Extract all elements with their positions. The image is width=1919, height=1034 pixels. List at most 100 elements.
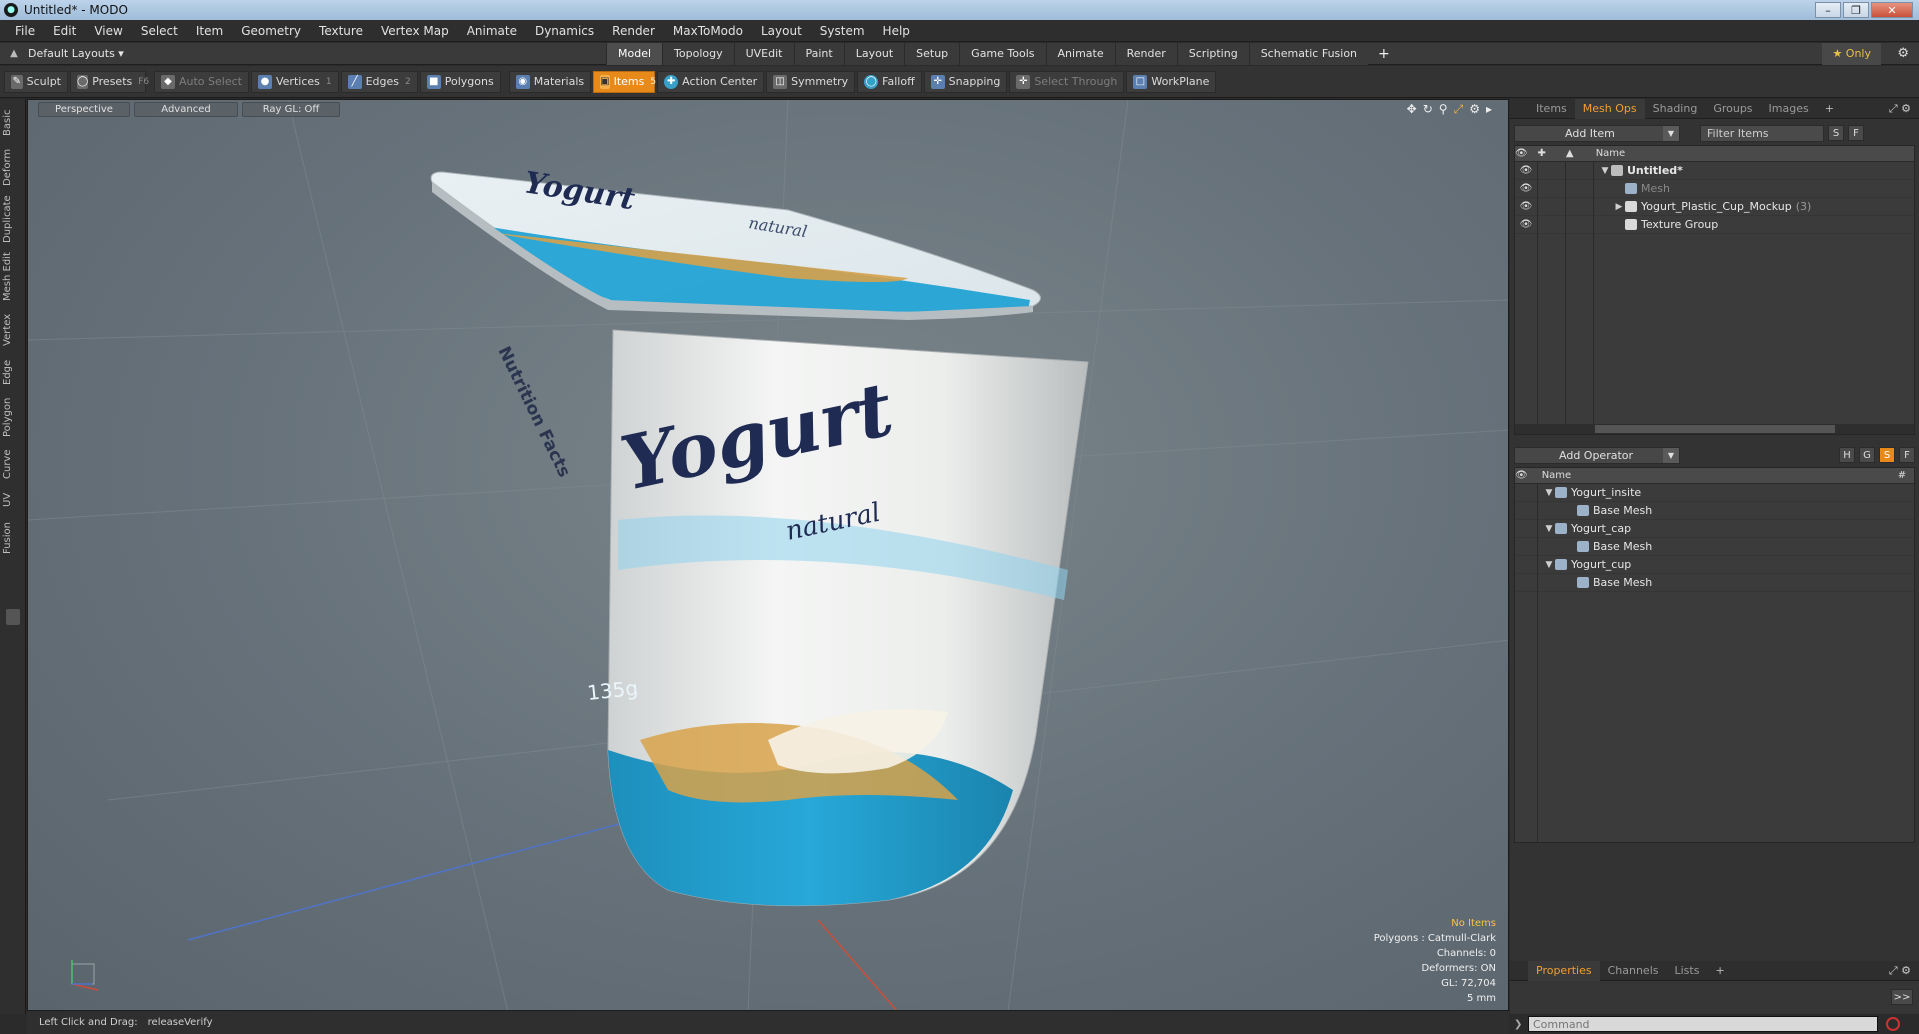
menu-maxtomodo[interactable]: MaxToModo: [664, 24, 752, 38]
layout-arrow-icon[interactable]: ▲: [0, 48, 28, 59]
vtab-polygon[interactable]: Polygon: [2, 393, 24, 441]
op-s-button[interactable]: S: [1879, 447, 1895, 463]
tab-items[interactable]: Items: [1528, 99, 1575, 119]
menu-texture[interactable]: Texture: [310, 24, 372, 38]
restore-icon[interactable]: ❐: [1843, 2, 1869, 18]
viewport-gear-icon[interactable]: ⚙: [1469, 102, 1480, 117]
tab-properties[interactable]: Properties: [1528, 960, 1600, 981]
tab-shading[interactable]: Shading: [1645, 99, 1706, 119]
operator-row[interactable]: Base Mesh: [1515, 538, 1914, 556]
op-f-button[interactable]: F: [1899, 447, 1915, 463]
add-tab-icon[interactable]: +: [1368, 43, 1400, 65]
action-center-button[interactable]: ✚ Action Center: [657, 70, 765, 93]
operator-row[interactable]: Base Mesh: [1515, 574, 1914, 592]
menu-edit[interactable]: Edit: [44, 24, 85, 38]
tab-game-tools[interactable]: Game Tools: [959, 43, 1046, 65]
polygons-button[interactable]: ■ Polygons: [419, 70, 501, 93]
eye-icon[interactable]: 👁: [1515, 219, 1537, 230]
tab-uvedit[interactable]: UVEdit: [733, 43, 794, 65]
operator-row[interactable]: Base Mesh: [1515, 502, 1914, 520]
filter-s-button[interactable]: S: [1828, 125, 1844, 141]
sculpt-button[interactable]: ✎ Sculpt: [4, 70, 68, 93]
item-row[interactable]: 👁 ▶ Yogurt_Plastic_Cup_Mockup (3): [1515, 198, 1914, 216]
expand-toggle-icon[interactable]: ▼: [1543, 560, 1555, 570]
vertices-button[interactable]: ● Vertices 1: [250, 70, 339, 93]
close-icon[interactable]: ✕: [1871, 2, 1913, 18]
operator-row[interactable]: ▼ Yogurt_cup: [1515, 556, 1914, 574]
add-item-dropdown[interactable]: Add Item ▼: [1514, 124, 1680, 142]
menu-file[interactable]: File: [6, 24, 44, 38]
name-column-header[interactable]: Name: [1584, 148, 1626, 159]
items-button[interactable]: ▣ Items 5: [593, 70, 656, 93]
tab-layout[interactable]: Layout: [843, 43, 905, 65]
menu-vertex-map[interactable]: Vertex Map: [372, 24, 458, 38]
viewport-arrow-icon[interactable]: ▸: [1486, 102, 1492, 117]
menu-item[interactable]: Item: [187, 24, 232, 38]
tab-animate[interactable]: Animate: [1045, 43, 1115, 65]
add-panel-tab[interactable]: +: [1817, 99, 1842, 119]
tab-groups[interactable]: Groups: [1705, 99, 1760, 119]
command-input[interactable]: [1528, 1016, 1878, 1032]
menu-help[interactable]: Help: [874, 24, 919, 38]
vtab-edge[interactable]: Edge: [2, 355, 24, 389]
tab-scripting[interactable]: Scripting: [1176, 43, 1249, 65]
expand-toggle-icon[interactable]: ▶: [1613, 202, 1625, 212]
snapping-button[interactable]: ✛ Snapping: [923, 70, 1008, 93]
vtab-duplicate[interactable]: Duplicate: [2, 193, 24, 245]
symmetry-button[interactable]: ◫ Symmetry: [766, 70, 856, 93]
tab-topology[interactable]: Topology: [662, 43, 734, 65]
menu-view[interactable]: View: [85, 24, 131, 38]
expand-button[interactable]: >>: [1891, 989, 1913, 1005]
minimize-icon[interactable]: –: [1815, 2, 1841, 18]
maximize-icon[interactable]: ⤢: [1454, 102, 1464, 117]
tab-schematic-fusion[interactable]: Schematic Fusion: [1248, 43, 1369, 65]
record-icon[interactable]: [1886, 1017, 1900, 1031]
tab-setup[interactable]: Setup: [904, 43, 960, 65]
vtab-uv[interactable]: UV: [2, 487, 24, 513]
vtab-basic[interactable]: Basic: [2, 105, 24, 141]
menu-dynamics[interactable]: Dynamics: [526, 24, 603, 38]
menu-animate[interactable]: Animate: [458, 24, 526, 38]
panel-expand-gear-icon[interactable]: ⤢ ⚙: [1889, 102, 1911, 116]
item-row[interactable]: 👁 Mesh: [1515, 180, 1914, 198]
expand-toggle-icon[interactable]: ▼: [1543, 488, 1555, 498]
expand-toggle-icon[interactable]: ▼: [1599, 166, 1611, 176]
expand-toggle-icon[interactable]: ▼: [1543, 524, 1555, 534]
falloff-button[interactable]: ◯ Falloff: [857, 70, 922, 93]
props-expand-gear-icon[interactable]: ⤢ ⚙: [1889, 964, 1911, 978]
toolbox-toggle[interactable]: [6, 609, 20, 625]
perspective-dropdown[interactable]: Perspective: [38, 101, 130, 117]
menu-layout[interactable]: Layout: [752, 24, 811, 38]
workplane-button[interactable]: □ WorkPlane: [1126, 70, 1217, 93]
vtab-mesh-edit[interactable]: Mesh Edit: [2, 249, 24, 305]
tab-channels[interactable]: Channels: [1600, 961, 1667, 981]
tab-images[interactable]: Images: [1761, 99, 1817, 119]
materials-button[interactable]: ◉ Materials: [508, 70, 592, 93]
op-g-button[interactable]: G: [1859, 447, 1875, 463]
item-row[interactable]: 👁 Texture Group: [1515, 216, 1914, 234]
pan-icon[interactable]: ✥: [1407, 102, 1417, 117]
eye-icon[interactable]: 👁: [1515, 201, 1537, 212]
menu-render[interactable]: Render: [603, 24, 664, 38]
edges-button[interactable]: ╱ Edges 2: [340, 70, 418, 93]
vtab-fusion[interactable]: Fusion: [2, 517, 24, 559]
add-bottom-tab[interactable]: +: [1707, 961, 1732, 981]
eye-icon[interactable]: 👁: [1515, 183, 1537, 194]
zoom-icon[interactable]: ⚲: [1439, 102, 1448, 117]
horizontal-scrollbar[interactable]: [1515, 424, 1914, 434]
ops-name-header[interactable]: Name: [1528, 470, 1890, 481]
tab-model[interactable]: Model: [606, 43, 663, 65]
gear-icon[interactable]: ⚙: [1897, 46, 1909, 61]
eye-icon[interactable]: 👁: [1515, 165, 1537, 176]
rotate-icon[interactable]: ↻: [1423, 102, 1433, 117]
auto-select-button[interactable]: ◆ Auto Select: [154, 70, 249, 93]
vtab-deform[interactable]: Deform: [2, 145, 24, 189]
tab-render[interactable]: Render: [1114, 43, 1177, 65]
3d-viewport[interactable]: Yogurt natural Yogurt natural Nutrition …: [27, 99, 1509, 1011]
filter-items-field[interactable]: Filter Items: [1700, 124, 1824, 142]
menu-geometry[interactable]: Geometry: [232, 24, 310, 38]
operator-row[interactable]: ▼ Yogurt_insite: [1515, 484, 1914, 502]
advanced-dropdown[interactable]: Advanced: [134, 101, 238, 117]
ray-gl-toggle[interactable]: Ray GL: Off: [242, 101, 340, 117]
menu-system[interactable]: System: [811, 24, 874, 38]
